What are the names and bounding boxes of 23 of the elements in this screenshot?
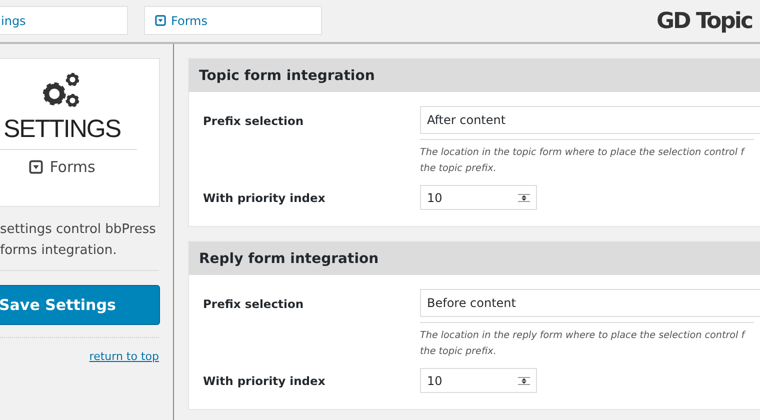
field-label: Prefix selection <box>203 113 305 128</box>
number-field[interactable]: 10 <box>420 368 537 393</box>
save-button[interactable]: Save Settings <box>0 285 160 325</box>
dropdown-icon <box>28 160 43 174</box>
section-title: Forms <box>50 158 96 176</box>
panel-title: Reply form integration <box>199 250 379 266</box>
field-label: Prefix selection <box>203 296 305 311</box>
spinner-icon <box>518 376 530 384</box>
number-field[interactable]: 10 <box>420 185 537 210</box>
spinner-icon <box>518 194 530 202</box>
nav-tab[interactable]: Forms <box>144 6 322 35</box>
settings-title: SETTINGS <box>0 115 137 150</box>
field-label: With priority index <box>203 373 326 388</box>
brand-title: GD Topic <box>656 8 752 34</box>
field-label: With priority index <box>203 190 326 205</box>
nav-tab[interactable]: ings <box>0 6 128 35</box>
sidebar-description: settings control bbPress forms integration. <box>0 219 159 271</box>
select-field[interactable]: Before content <box>420 289 760 317</box>
select-field[interactable]: After content <box>420 106 760 134</box>
return-link[interactable]: return to top <box>89 350 159 363</box>
field-description: The location in the topic form where to place the selection control f the topic prefix. <box>420 139 754 177</box>
field-description: The location in the reply form where to place the selection control f the topic prefix. <box>420 322 754 360</box>
panel-title: Topic form integration <box>199 68 375 84</box>
